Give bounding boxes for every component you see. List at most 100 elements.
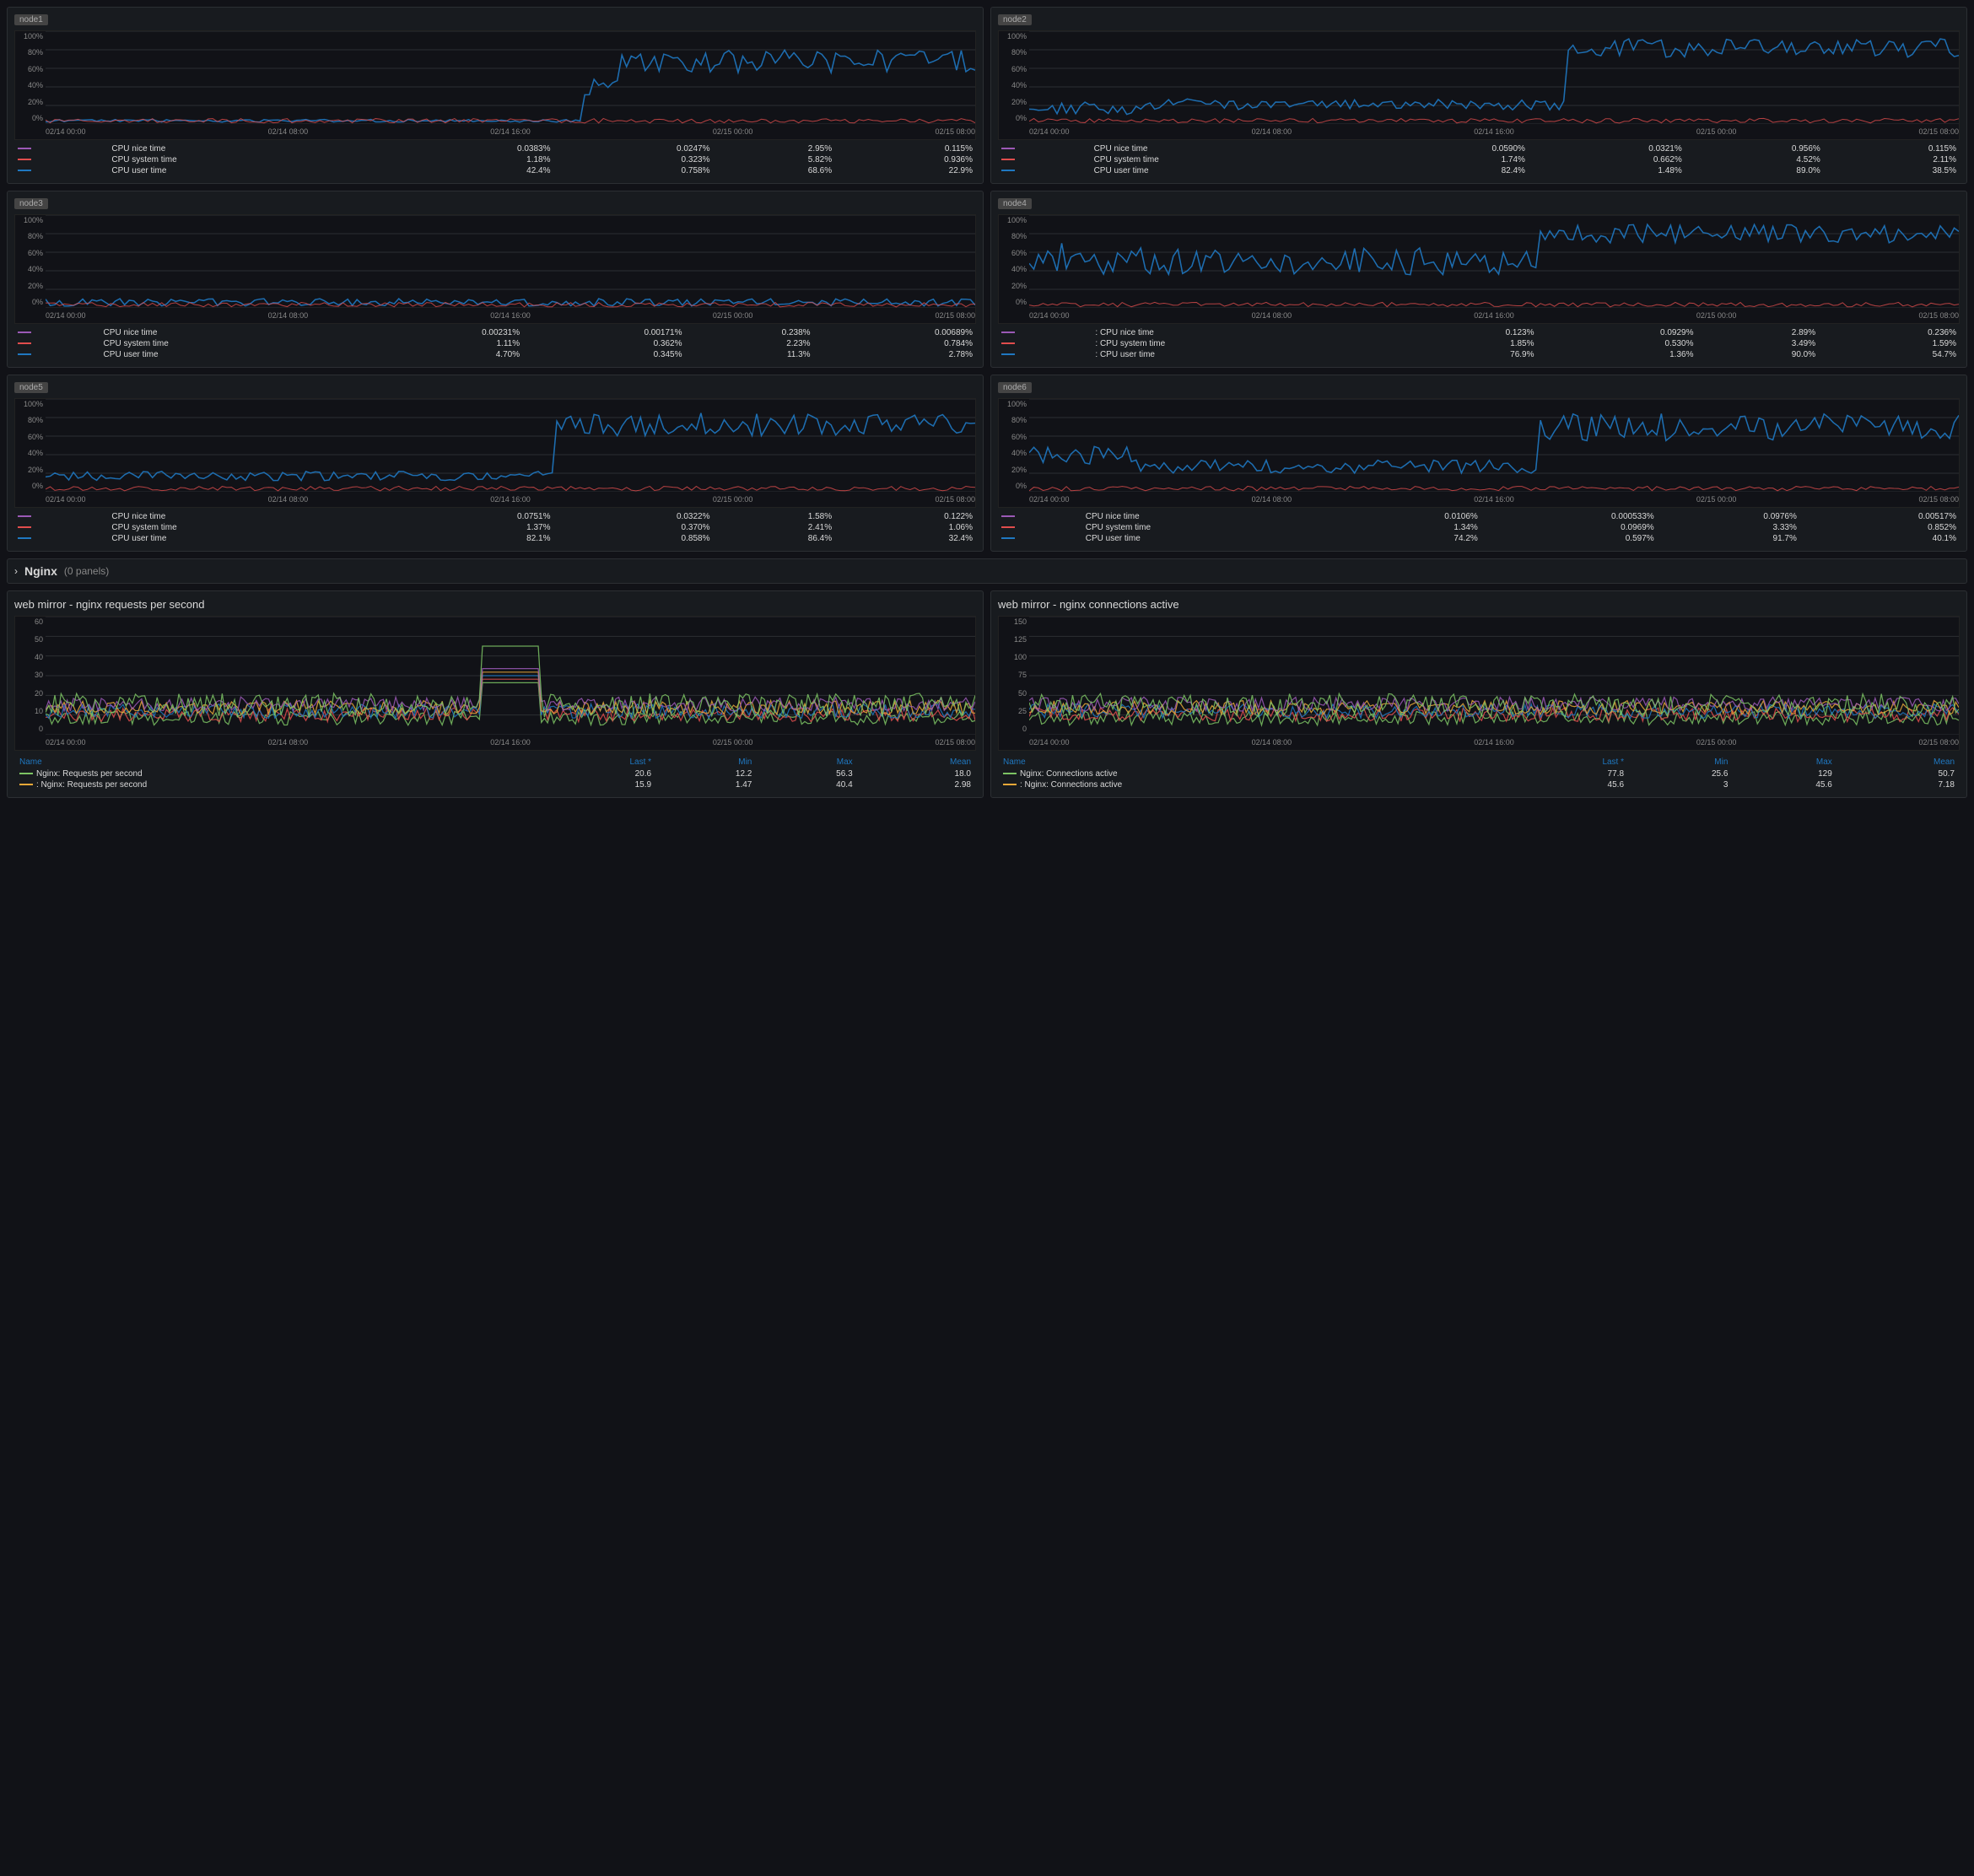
metric-last: 77.8 — [1505, 768, 1629, 779]
legend-row[interactable]: Nginx: Connections active 77.8 25.6 129 … — [998, 768, 1960, 779]
legend-row: CPU system time 1.37% 0.370% 2.41% 1.06% — [14, 522, 976, 533]
x-label: 02/14 16:00 — [1474, 311, 1514, 320]
legend-table: CPU nice time 0.0590% 0.0321% 0.956% 0.1… — [998, 143, 1960, 176]
x-label: 02/14 16:00 — [490, 495, 531, 504]
legend-row: : CPU system time 1.85% 0.530% 3.49% 1.5… — [998, 338, 1960, 349]
metric-min: 0.597% — [1481, 533, 1658, 544]
nginx-section-subtitle: (0 panels) — [64, 565, 109, 577]
legend-color — [19, 784, 33, 785]
y-label: 40% — [999, 266, 1029, 273]
metric-last: 1.18% — [395, 154, 554, 165]
legend-color — [1001, 159, 1015, 160]
x-label: 02/14 16:00 — [490, 738, 531, 747]
legend-row[interactable]: : Nginx: Requests per second 15.9 1.47 4… — [14, 779, 976, 790]
metric-max: 3.33% — [1658, 522, 1800, 533]
metric-min: 0.858% — [554, 533, 714, 544]
x-label: 02/14 08:00 — [268, 495, 309, 504]
legend-color — [18, 159, 31, 160]
metric-max: 91.7% — [1658, 533, 1800, 544]
legend-row[interactable]: Nginx: Requests per second 20.6 12.2 56.… — [14, 768, 976, 779]
legend-row[interactable]: : Nginx: Connections active 45.6 3 45.6 … — [998, 779, 1960, 790]
legend-color — [18, 148, 31, 149]
x-label: 02/15 08:00 — [1918, 495, 1959, 504]
chart-svg — [46, 215, 975, 308]
legend-color — [1001, 515, 1015, 517]
legend-color — [1003, 784, 1017, 785]
legend-row: CPU user time 82.1% 0.858% 86.4% 32.4% — [14, 533, 976, 544]
y-label: 100% — [999, 33, 1029, 40]
col-header-1: Last * — [1505, 756, 1629, 768]
metric-max: 129 — [1733, 768, 1836, 779]
y-label: 100% — [15, 401, 46, 408]
metric-name: CPU nice time — [108, 143, 394, 154]
metric-mean: 0.122% — [835, 511, 976, 522]
y-label: 60% — [15, 250, 46, 257]
x-label: 02/14 16:00 — [490, 311, 531, 320]
cpu-panel-5: node6 100%80%60%40%20%0% 02/14 00:0002/1… — [990, 375, 1967, 552]
metric-name: : CPU nice time — [1092, 327, 1396, 338]
legend-table: : CPU nice time 0.123% 0.0929% 2.89% 0.2… — [998, 327, 1960, 360]
chart-inner — [46, 399, 975, 492]
y-label: 40% — [15, 450, 46, 457]
metric-mean: 0.115% — [1824, 143, 1960, 154]
metric-max: 0.238% — [686, 327, 814, 338]
legend-color — [18, 515, 31, 517]
x-label: 02/14 16:00 — [1474, 738, 1514, 747]
legend-row: CPU system time 1.11% 0.362% 2.23% 0.784… — [14, 338, 976, 349]
metric-min: 0.0321% — [1529, 143, 1685, 154]
panel-header: node4 — [998, 198, 1960, 209]
y-label: 40% — [15, 82, 46, 89]
y-label: 20% — [999, 99, 1029, 106]
chart-area: 100%80%60%40%20%0% 02/14 00:0002/14 08:0… — [14, 30, 976, 140]
dashboard: node1 100%80%60%40%20%0% 02/14 00:0002/1… — [0, 0, 1974, 805]
metric-mean: 0.852% — [1800, 522, 1960, 533]
y-label: 50 — [999, 690, 1029, 698]
chart-svg — [46, 399, 975, 492]
metric-last: 76.9% — [1397, 349, 1538, 360]
chart-area: 100%80%60%40%20%0% 02/14 00:0002/14 08:0… — [998, 30, 1960, 140]
metric-last: 0.0383% — [395, 143, 554, 154]
chart-svg — [46, 31, 975, 124]
metric-last: 0.0590% — [1372, 143, 1529, 154]
panel-badge: node4 — [998, 198, 1032, 209]
metric-name: CPU user time — [1082, 533, 1339, 544]
metric-mean: 1.06% — [835, 522, 976, 533]
legend-row: CPU nice time 0.0106% 0.000533% 0.0976% … — [998, 511, 1960, 522]
metric-max: 40.4 — [757, 779, 857, 790]
metric-max: 0.0976% — [1658, 511, 1800, 522]
metric-min: 1.36% — [1538, 349, 1697, 360]
metric-max: 4.52% — [1685, 154, 1824, 165]
metric-mean: 0.00689% — [814, 327, 976, 338]
panel-title: web mirror - nginx requests per second — [14, 598, 976, 611]
col-header-4: Mean — [858, 756, 976, 768]
metric-mean: 50.7 — [1837, 768, 1960, 779]
metric-last: 1.74% — [1372, 154, 1529, 165]
legend-color — [1001, 537, 1015, 539]
x-label: 02/14 08:00 — [268, 738, 309, 747]
x-label: 02/14 16:00 — [1474, 495, 1514, 504]
metric-name: CPU user time — [1091, 165, 1373, 176]
y-label: 0 — [999, 725, 1029, 733]
y-label: 0% — [15, 299, 46, 306]
x-label: 02/15 08:00 — [935, 738, 975, 747]
x-label: 02/15 08:00 — [1918, 311, 1959, 320]
panel-badge: node3 — [14, 198, 48, 209]
metric-min: 0.00171% — [523, 327, 685, 338]
y-label: 100% — [999, 401, 1029, 408]
metric-max: 68.6% — [713, 165, 835, 176]
x-label: 02/15 08:00 — [1918, 738, 1959, 747]
panel-header: node1 — [14, 14, 976, 25]
metric-max: 89.0% — [1685, 165, 1824, 176]
y-label: 40% — [15, 266, 46, 273]
legend-table: CPU nice time 0.00231% 0.00171% 0.238% 0… — [14, 327, 976, 360]
metric-mean: 0.115% — [835, 143, 976, 154]
x-label: 02/14 16:00 — [490, 127, 531, 136]
metric-min: 0.662% — [1529, 154, 1685, 165]
y-label: 0% — [999, 299, 1029, 306]
chart-inner — [1029, 31, 1959, 124]
metric-last: 20.6 — [537, 768, 656, 779]
nginx-section-header[interactable]: › Nginx (0 panels) — [7, 558, 1967, 584]
panel-badge: node2 — [998, 14, 1032, 25]
metric-mean: 0.236% — [1819, 327, 1960, 338]
y-label: 20% — [15, 283, 46, 290]
